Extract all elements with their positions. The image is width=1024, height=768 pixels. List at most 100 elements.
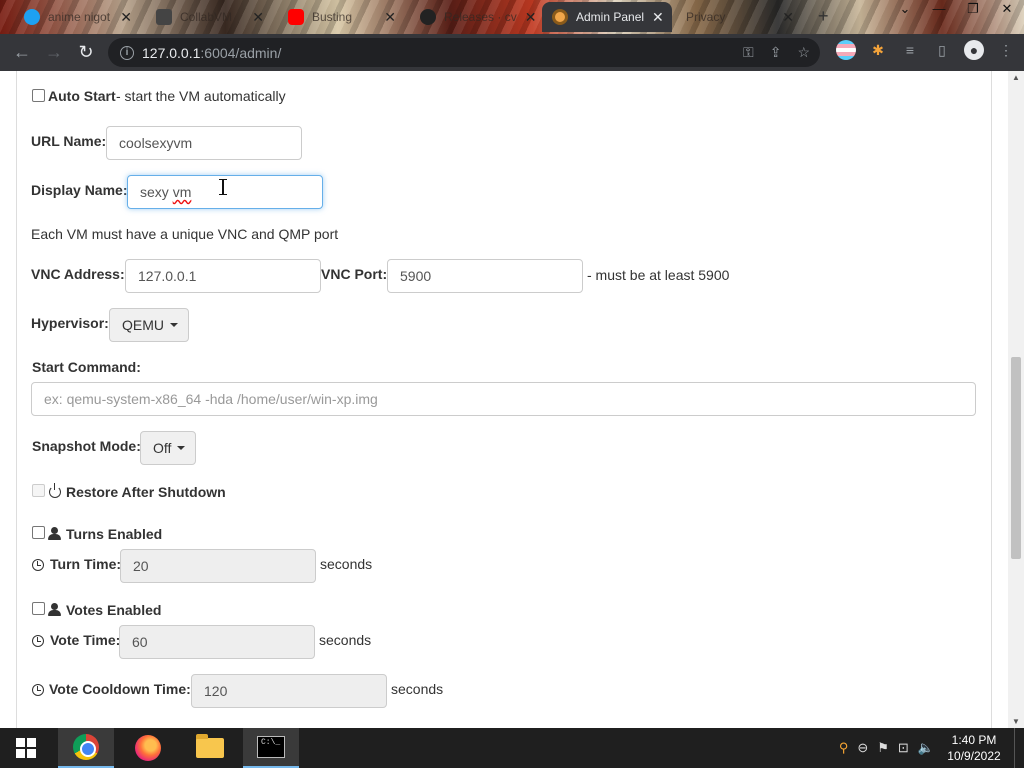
github-icon <box>420 9 436 25</box>
close-icon[interactable]: ✕ <box>990 0 1024 18</box>
hypervisor-label: Hypervisor: <box>31 315 109 331</box>
system-tray: ⚲ ⊖ ⚑ ⊡ 🔈 1:40 PM 10/9/2022 <box>839 728 1018 768</box>
action-center-flag-icon[interactable]: ⚑ <box>877 740 889 756</box>
vnc-address-input[interactable]: 127.0.0.1 <box>125 259 321 293</box>
hypervisor-value: QEMU <box>122 317 164 333</box>
star-icon[interactable]: ☆ <box>797 44 810 61</box>
restore-after-shutdown-label: Restore After Shutdown <box>66 484 226 500</box>
url-host: 127.0.0.1 <box>142 44 201 61</box>
tab-collabvm[interactable]: CollabVM ✕ <box>146 2 274 32</box>
tab-admin-panel[interactable]: Admin Panel ✕ <box>542 2 672 32</box>
admin-panel-icon <box>552 9 568 25</box>
tab-label: anime nigot <box>48 10 111 24</box>
close-icon[interactable]: ✕ <box>652 9 664 26</box>
unique-port-note: Each VM must have a unique VNC and QMP p… <box>31 226 339 242</box>
taskbar-file-explorer[interactable] <box>182 728 238 768</box>
key-icon[interactable]: ⚿ <box>743 44 754 61</box>
close-icon[interactable]: ✕ <box>525 9 537 26</box>
page-scrollbar[interactable]: ▲ ▼ <box>1008 71 1024 728</box>
share-icon[interactable]: ⇪ <box>770 44 782 61</box>
start-command-placeholder: ex: qemu-system-x86_64 -hda /home/user/w… <box>44 391 378 407</box>
snapshot-mode-dropdown[interactable]: Off <box>140 431 196 465</box>
caret-down-icon <box>177 446 186 450</box>
info-icon[interactable]: i <box>120 45 134 60</box>
search-icon[interactable]: ⚲ <box>839 740 849 756</box>
back-arrow-icon[interactable]: ← <box>6 42 38 63</box>
tab-twitter[interactable]: anime nigot ✕ <box>14 2 142 32</box>
admin-page: Auto Start - start the VM automatically … <box>0 71 1008 728</box>
clock-date: 10/9/2022 <box>947 749 1001 763</box>
close-icon[interactable]: ✕ <box>384 9 396 26</box>
tab-privacy[interactable]: Privacy ✕ <box>676 2 804 32</box>
taskbar-firefox[interactable] <box>120 728 176 768</box>
auto-start-label: Auto Start <box>48 88 116 104</box>
turn-time-input[interactable]: 20 <box>120 549 316 583</box>
votes-enabled-label: Votes Enabled <box>66 602 162 618</box>
firefox-icon <box>135 735 161 761</box>
url-name-input[interactable]: coolsexyvm <box>106 126 302 160</box>
vote-cooldown-input[interactable]: 120 <box>191 674 387 708</box>
network-icon[interactable]: ⊡ <box>898 740 909 756</box>
tab-label: Busting <box>312 10 353 24</box>
snapshot-mode-label: Snapshot Mode: <box>32 438 141 454</box>
close-icon[interactable]: ✕ <box>120 9 132 26</box>
vnc-port-value: 5900 <box>400 268 432 284</box>
minus-circle-icon[interactable]: ⊖ <box>857 740 868 756</box>
tab-label: Privacy <box>686 10 726 24</box>
side-panel-icon[interactable]: ▯ <box>932 40 952 60</box>
collabvm-icon <box>156 9 172 25</box>
kebab-menu-icon[interactable]: ⋮ <box>996 40 1016 60</box>
restore-after-shutdown-checkbox[interactable] <box>32 484 45 497</box>
power-icon <box>49 483 61 500</box>
close-icon[interactable]: ✕ <box>252 9 264 26</box>
close-icon[interactable]: ✕ <box>782 9 794 26</box>
turns-enabled-checkbox[interactable] <box>32 526 45 539</box>
vote-cooldown-unit: seconds <box>391 681 444 697</box>
profile-avatar-icon[interactable]: ● <box>964 40 984 60</box>
vote-time-label: Vote Time: <box>50 632 121 648</box>
windows-logo-icon <box>16 738 36 758</box>
extensions-puzzle-icon[interactable]: ✱ <box>868 40 888 60</box>
scroll-up-arrow-icon[interactable]: ▲ <box>1012 73 1020 82</box>
command-prompt-icon: C:\_ <box>257 736 285 758</box>
tab-github[interactable]: Releases · cv ✕ <box>410 2 538 32</box>
minimize-icon[interactable]: — <box>922 0 956 18</box>
start-button[interactable] <box>0 728 52 768</box>
taskbar-command-prompt[interactable]: C:\_ <box>243 728 299 768</box>
volume-icon[interactable]: 🔈 <box>918 740 934 756</box>
turn-time-label: Turn Time: <box>50 556 122 572</box>
media-queue-icon[interactable]: ≡ <box>900 40 920 60</box>
text-cursor-icon <box>219 179 227 195</box>
scrollbar-thumb[interactable] <box>1011 357 1021 559</box>
folder-icon <box>196 734 224 758</box>
vnc-port-input[interactable]: 5900 <box>387 259 583 293</box>
chevron-down-icon[interactable]: ⌄ <box>888 0 922 18</box>
display-name-misspelled: vm <box>172 184 192 200</box>
votes-enabled-checkbox[interactable] <box>32 602 45 615</box>
taskbar-chrome[interactable] <box>58 728 114 768</box>
auto-start-description: - start the VM automatically <box>116 88 286 104</box>
url-name-value: coolsexyvm <box>119 135 193 151</box>
restore-icon[interactable]: ❐ <box>956 0 990 18</box>
taskbar-clock[interactable]: 1:40 PM 10/9/2022 <box>943 732 1005 764</box>
browser-tab-strip: anime nigot ✕ CollabVM ✕ Busting ✕ Relea… <box>0 0 1024 34</box>
scroll-down-arrow-icon[interactable]: ▼ <box>1012 717 1020 726</box>
show-desktop-button[interactable] <box>1014 728 1018 768</box>
vnc-address-value: 127.0.0.1 <box>138 268 197 284</box>
flag-extension-icon[interactable] <box>836 40 856 60</box>
chrome-icon <box>73 734 99 760</box>
reload-icon[interactable]: ↻ <box>70 42 102 63</box>
vote-time-input[interactable]: 60 <box>119 625 315 659</box>
forward-arrow-icon[interactable]: → <box>38 42 70 63</box>
display-name-value: sexy <box>140 184 173 200</box>
tab-youtube[interactable]: Busting ✕ <box>278 2 406 32</box>
youtube-icon <box>288 9 304 25</box>
auto-start-checkbox[interactable] <box>32 89 45 102</box>
start-command-input[interactable]: ex: qemu-system-x86_64 -hda /home/user/w… <box>31 382 976 416</box>
tab-label: Releases · cv <box>444 10 517 24</box>
address-bar[interactable]: i 127.0.0.1:6004/admin/ ⚿ ⇪ ☆ <box>108 38 820 67</box>
tab-label: Admin Panel <box>576 10 645 24</box>
hypervisor-dropdown[interactable]: QEMU <box>109 308 189 342</box>
vote-time-unit: seconds <box>319 632 372 648</box>
new-tab-plus-icon[interactable]: + <box>818 6 829 27</box>
